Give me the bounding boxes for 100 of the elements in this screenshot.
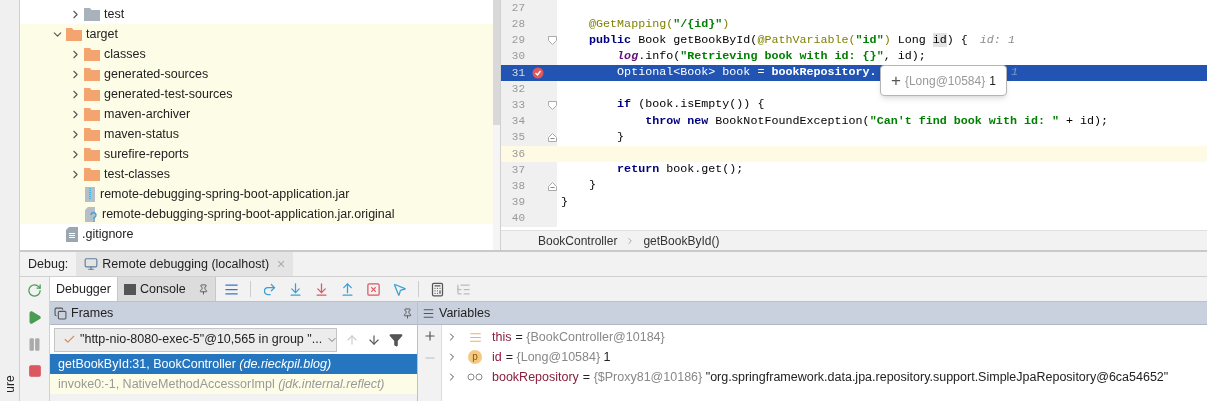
code-line: } xyxy=(588,177,597,195)
inline-hint: 1 xyxy=(1011,64,1018,82)
breadcrumb[interactable]: getBookById() xyxy=(643,231,720,250)
folder-icon xyxy=(84,7,100,21)
glasses-icon xyxy=(467,373,483,381)
pin-icon[interactable] xyxy=(402,307,413,319)
run-to-cursor-icon[interactable] xyxy=(391,281,407,297)
code-line: @GetMapping("/{id}") xyxy=(588,15,730,33)
tree-row[interactable]: maven-status xyxy=(20,124,493,144)
fold-icon[interactable] xyxy=(547,100,557,110)
line-number: 36 xyxy=(510,146,525,162)
line-number: 30 xyxy=(510,49,525,65)
line-number: 35 xyxy=(510,130,525,146)
tree-item-label[interactable]: .gitignore xyxy=(82,224,134,244)
tree-item-label[interactable]: test-classes xyxy=(104,164,170,184)
tree-row[interactable]: classes xyxy=(20,44,493,64)
fold-icon[interactable] xyxy=(547,35,557,45)
folder-icon xyxy=(84,47,100,61)
line-number: 33 xyxy=(510,97,525,113)
tab[interactable]: Console xyxy=(117,277,216,301)
popup-type: {Long@10584} xyxy=(904,72,986,90)
menu-icon xyxy=(422,306,435,320)
line-number: 34 xyxy=(510,114,525,130)
add-icon[interactable] xyxy=(422,329,437,343)
thread-dropdown[interactable]: "http-nio-8080-exec-5"@10,565 in group "... xyxy=(54,327,337,352)
breakpoint-icon[interactable] xyxy=(532,66,544,79)
tree-row[interactable]: remote-debugging-spring-boot-application.jar xyxy=(20,184,493,204)
fold-icon[interactable] xyxy=(547,181,557,191)
archive-file-icon xyxy=(84,186,96,202)
tree-item-label[interactable]: classes xyxy=(104,44,146,64)
tree-row[interactable]: test-classes xyxy=(20,164,493,184)
tree-item-label[interactable]: maven-archiver xyxy=(104,104,191,124)
folder-icon xyxy=(84,147,100,161)
folder-icon xyxy=(84,127,100,141)
check-icon xyxy=(63,333,76,346)
folder-icon xyxy=(84,87,100,101)
tree-item-label[interactable]: target xyxy=(86,24,118,44)
tree-row[interactable]: remote-debugging-spring-boot-application.jar.original xyxy=(20,204,493,224)
panel-label: Debug: xyxy=(28,255,69,273)
tree-row[interactable]: generated-sources xyxy=(20,64,493,84)
code-line: } xyxy=(561,193,568,211)
code-line: log.info("Retrieving book with id: {}", id); xyxy=(616,47,926,65)
tree-row[interactable]: maven-archiver xyxy=(20,104,493,124)
scrollbar-thumb[interactable] xyxy=(493,0,500,125)
code-line: throw new BookNotFoundException("Can't find book with id: " + id); xyxy=(644,112,1109,130)
tree-item-label[interactable]: generated-test-sources xyxy=(104,84,233,104)
tree-item-label[interactable]: remote-debugging-spring-boot-application.jar.original xyxy=(102,204,395,224)
breadcrumb[interactable]: BookController xyxy=(538,231,618,250)
session-tab[interactable]: Remote debugging (localhost) × xyxy=(76,252,294,276)
variable-name: this xyxy=(492,328,512,346)
fold-icon[interactable] xyxy=(547,133,557,143)
stop-icon[interactable] xyxy=(27,364,42,378)
tab[interactable]: Debugger xyxy=(50,277,118,301)
code-line: public Book getBookById(@PathVariable("id") Long id) { id: 1 xyxy=(588,31,1015,49)
variable-value: = {Long@10584} 1 xyxy=(505,348,611,366)
folder-icon xyxy=(66,27,82,41)
variable-value: = {BookController@10184} xyxy=(515,328,665,346)
text-file-icon xyxy=(66,226,78,242)
folder-icon xyxy=(84,67,100,81)
monitor-icon xyxy=(84,257,99,271)
folder-icon xyxy=(84,167,100,181)
line-number: 32 xyxy=(510,81,525,97)
line-number: 40 xyxy=(510,211,525,227)
tree-item-label[interactable]: test xyxy=(104,4,125,24)
tree-item-label[interactable]: remote-debugging-spring-boot-application.jar xyxy=(100,184,350,204)
pin-icon xyxy=(197,283,209,295)
tree-item-label[interactable]: maven-status xyxy=(104,124,180,144)
code-line: Optional<Book> book = bookRepository. xyxy=(616,64,877,82)
code-line: if (book.isEmpty()) { xyxy=(616,96,765,114)
panel-title: Frames xyxy=(71,304,114,322)
expand-button[interactable]: + xyxy=(891,67,901,94)
panel-title: Variables xyxy=(439,304,491,322)
line-number: 39 xyxy=(510,195,525,211)
popup-value: 1 xyxy=(989,72,996,90)
frame-row[interactable]: getBookById:31, BookController (de.rieckpil.blog) xyxy=(50,354,417,374)
line-number: 29 xyxy=(510,33,525,49)
parameter-icon: p xyxy=(468,350,482,364)
unknown-file-icon xyxy=(84,206,98,222)
resume-icon[interactable] xyxy=(27,310,42,325)
calculator-icon[interactable] xyxy=(429,281,445,297)
tree-item-label[interactable]: surefire-reports xyxy=(104,144,189,164)
field-icon xyxy=(468,330,482,344)
line-number: 38 xyxy=(510,178,525,194)
step-over-icon[interactable] xyxy=(261,281,277,297)
variable-name: id xyxy=(492,348,502,366)
tree-row[interactable]: generated-test-sources xyxy=(20,84,493,104)
tree-row[interactable]: target xyxy=(20,24,493,44)
folder-icon xyxy=(84,107,100,121)
tree-row[interactable]: surefire-reports xyxy=(20,144,493,164)
line-number: 31 xyxy=(510,65,525,81)
arrow-down-icon[interactable] xyxy=(367,332,381,347)
code-line: return book.get(); xyxy=(616,161,744,179)
variable-name: bookRepository xyxy=(492,368,579,386)
filter-icon[interactable] xyxy=(389,332,403,347)
tree-item-label[interactable]: generated-sources xyxy=(104,64,209,84)
side-tab-label[interactable]: ure xyxy=(0,375,19,393)
pause-icon[interactable] xyxy=(27,337,42,352)
rerun-icon[interactable] xyxy=(27,283,42,298)
variable-value: = {$Proxy81@10186} "org.springframework.data.jpa.repository.support.SimpleJpaRepository@6ca54652" xyxy=(582,368,1169,386)
console-icon xyxy=(123,283,136,295)
